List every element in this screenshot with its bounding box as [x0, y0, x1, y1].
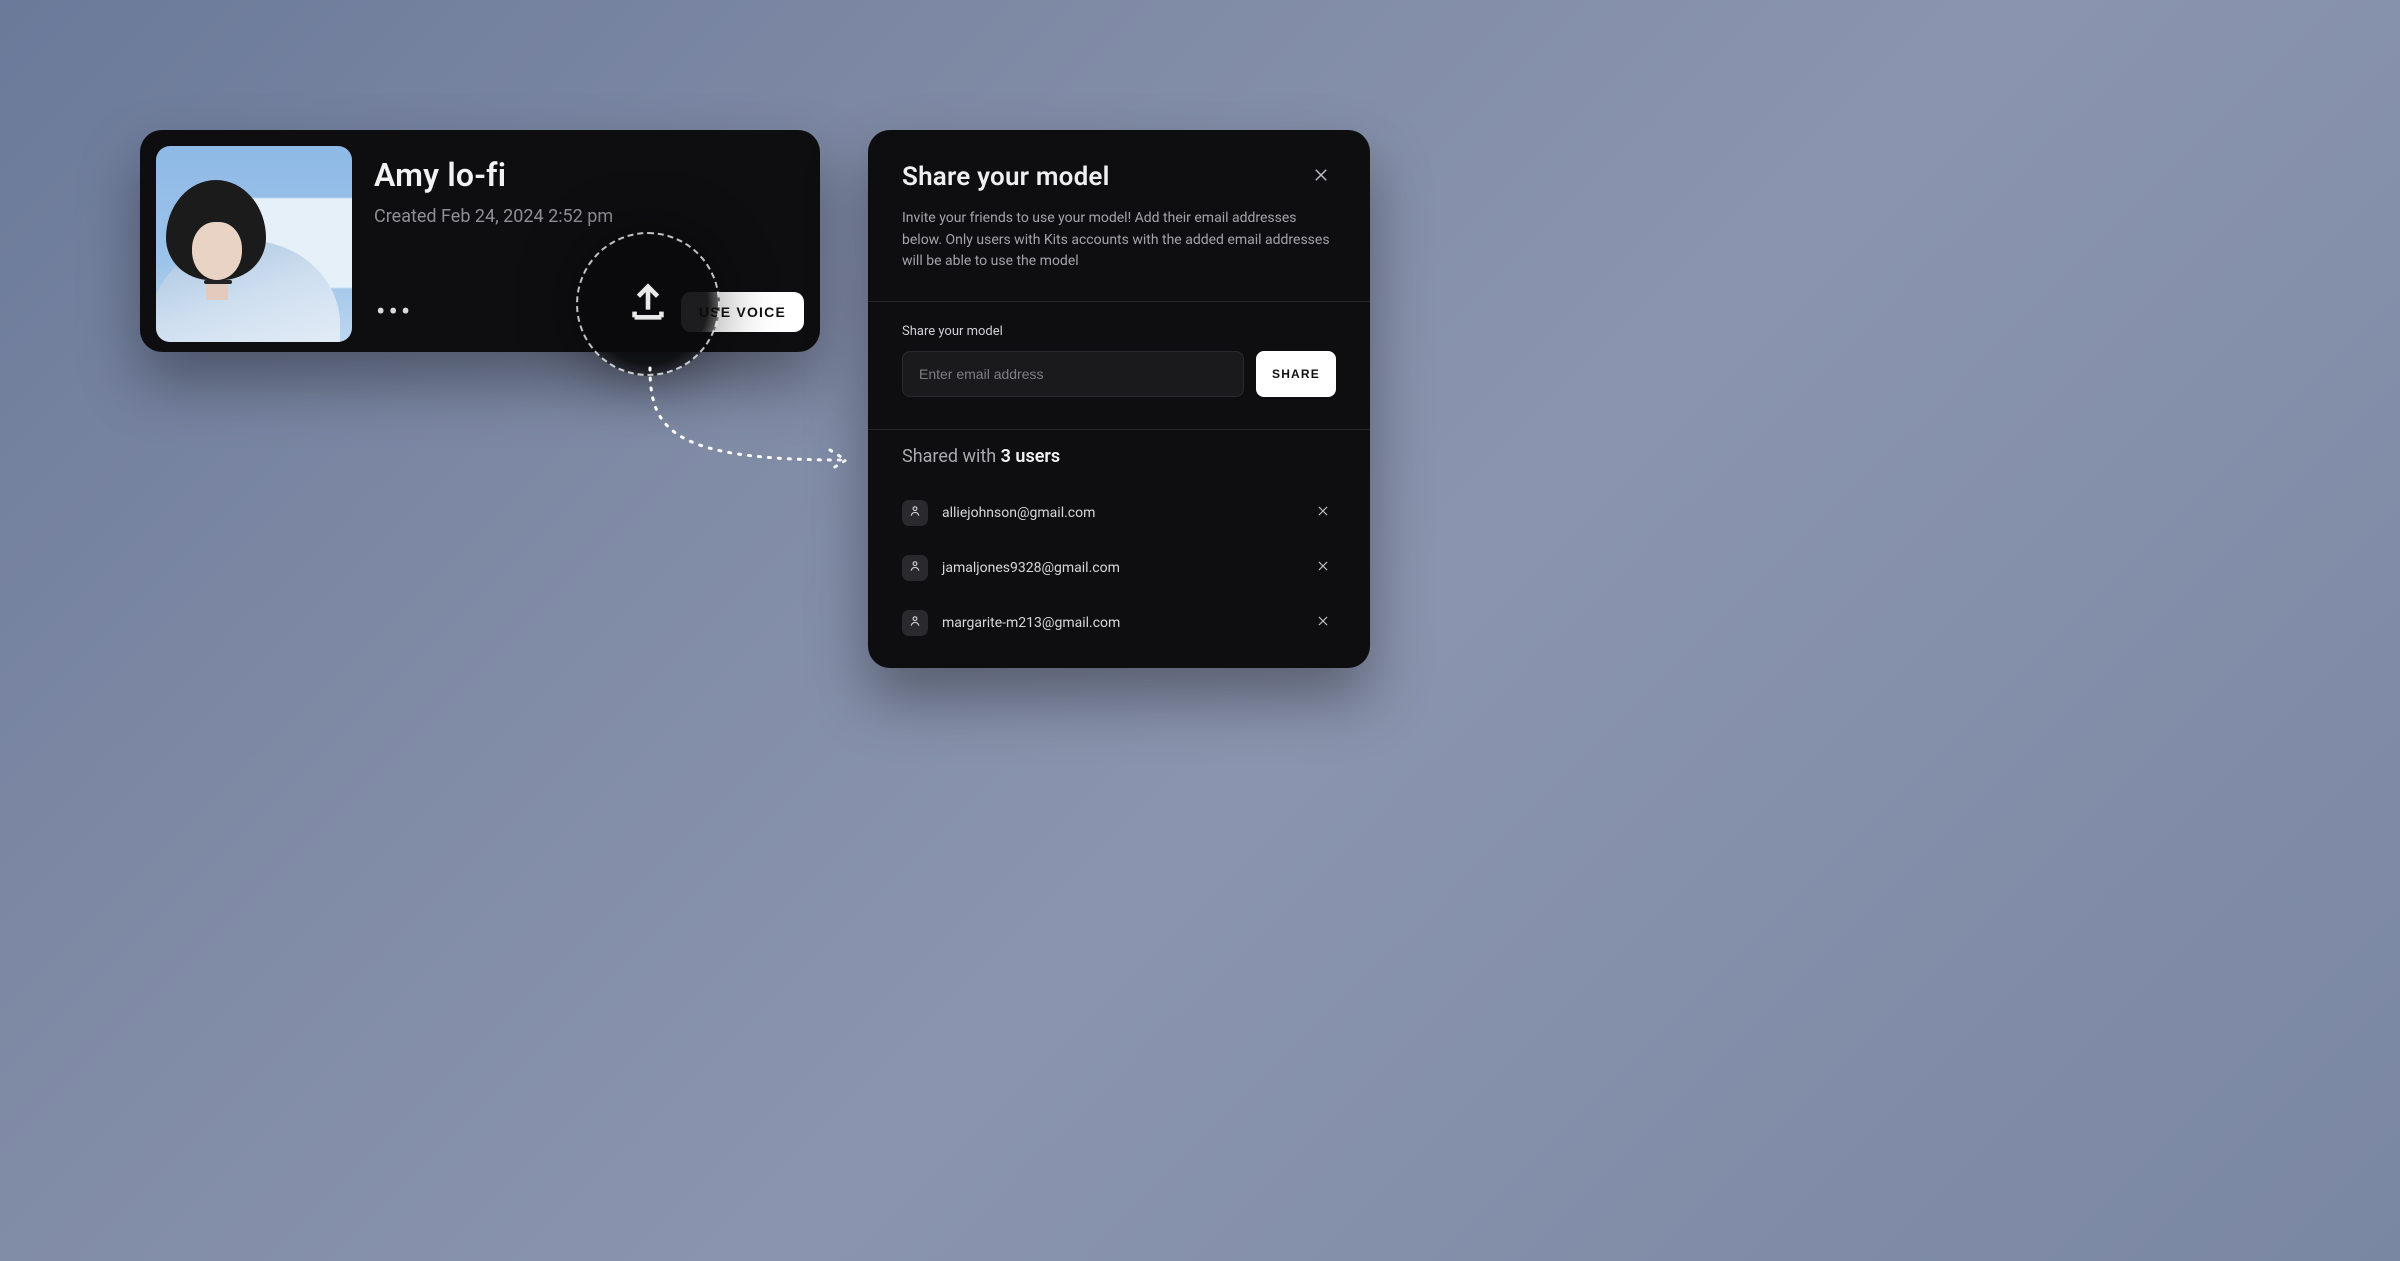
shared-user-email: margarite-m213@gmail.com [942, 615, 1296, 631]
share-modal-title: Share your model [902, 162, 1110, 192]
user-avatar [902, 500, 928, 526]
share-submit-button[interactable]: SHARE [1256, 351, 1336, 397]
person-icon [908, 503, 922, 522]
remove-shared-user-button[interactable] [1310, 497, 1336, 528]
user-avatar [902, 610, 928, 636]
shared-users-list: alliejohnson@gmail.com jamaljones9328@gma… [902, 485, 1336, 650]
more-options-button[interactable]: ••• [374, 292, 415, 332]
person-icon [908, 558, 922, 577]
shared-user-email: alliejohnson@gmail.com [942, 505, 1296, 521]
share-form-label: Share your model [902, 324, 1336, 339]
share-model-modal: Share your model Invite your friends to … [868, 130, 1370, 668]
close-modal-button[interactable] [1306, 160, 1336, 194]
remove-shared-user-button[interactable] [1310, 552, 1336, 583]
person-icon [908, 613, 922, 632]
shared-user-email: jamaljones9328@gmail.com [942, 560, 1296, 576]
upload-icon [625, 279, 671, 329]
close-icon [1316, 503, 1330, 522]
flow-arrow [632, 360, 862, 480]
shared-with-count: 3 users [1001, 446, 1060, 467]
user-avatar [902, 555, 928, 581]
close-icon [1316, 613, 1330, 632]
shared-user-row: alliejohnson@gmail.com [902, 485, 1336, 540]
shared-with-prefix: Shared with [902, 446, 1001, 467]
share-email-input[interactable] [902, 351, 1244, 397]
model-thumbnail [156, 146, 352, 342]
model-created-label: Created Feb 24, 2024 2:52 pm [374, 206, 804, 227]
share-modal-description: Invite your friends to use your model! A… [902, 208, 1336, 273]
model-title: Amy lo-fi [374, 156, 804, 194]
shared-with-heading: Shared with 3 users [902, 446, 1336, 467]
close-icon [1312, 169, 1330, 188]
shared-user-row: margarite-m213@gmail.com [902, 595, 1336, 650]
shared-user-row: jamaljones9328@gmail.com [902, 540, 1336, 595]
close-icon [1316, 558, 1330, 577]
share-callout-bubble [576, 232, 720, 376]
remove-shared-user-button[interactable] [1310, 607, 1336, 638]
